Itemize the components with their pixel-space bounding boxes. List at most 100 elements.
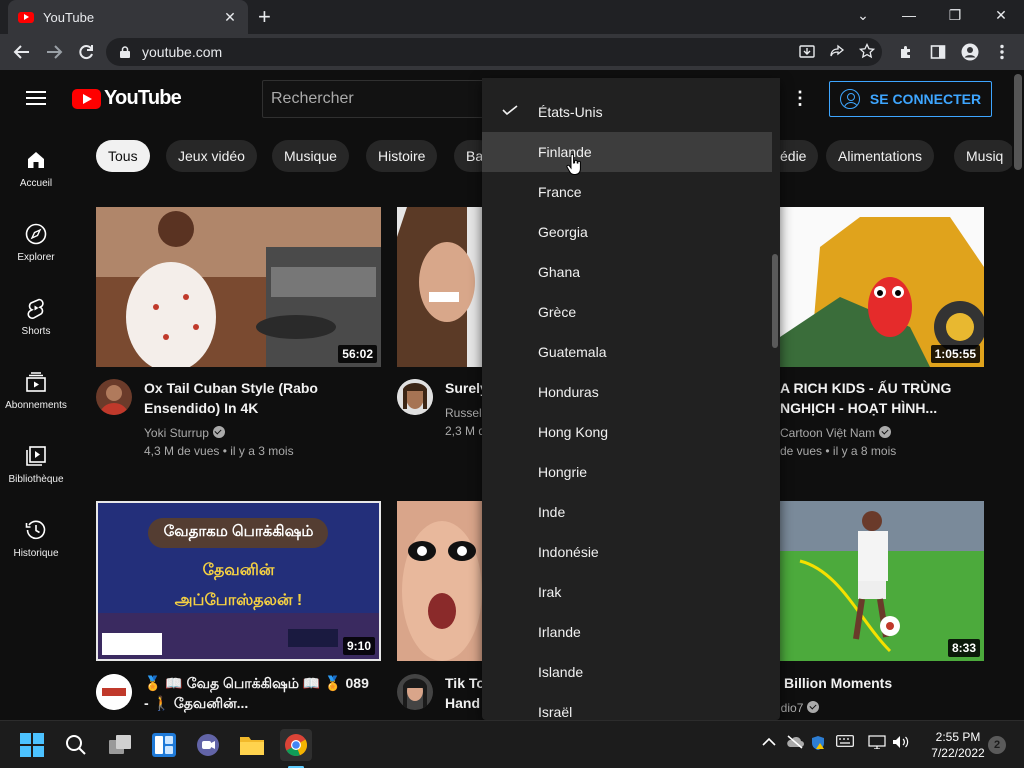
video-thumbnail[interactable] xyxy=(397,207,487,367)
hand-cursor-icon xyxy=(566,154,581,175)
location-option[interactable]: Irlande xyxy=(482,612,772,652)
settings-more-icon[interactable]: ⋮ xyxy=(790,88,810,109)
security-tray-icon[interactable] xyxy=(810,735,826,754)
location-option[interactable]: Israël xyxy=(482,692,772,720)
address-bar[interactable]: youtube.com xyxy=(106,38,882,66)
keyboard-tray-icon[interactable] xyxy=(836,735,854,750)
location-option[interactable]: Indonésie xyxy=(482,532,772,572)
onedrive-tray-icon[interactable] xyxy=(786,735,804,752)
sign-in-button[interactable]: SE CONNECTER xyxy=(829,81,992,117)
sidebar-item-history[interactable]: Historique xyxy=(0,496,72,570)
forward-button[interactable] xyxy=(42,40,66,64)
restore-button[interactable]: ❐ xyxy=(932,0,978,30)
channel-avatar[interactable] xyxy=(96,379,132,415)
chip-history[interactable]: Histoire xyxy=(366,140,438,172)
video-title[interactable]: Billion Moments xyxy=(784,673,984,693)
widgets-button[interactable] xyxy=(148,729,180,761)
video-title[interactable]: Surely xyxy=(445,378,485,398)
channel-name[interactable]: Yoki Sturrup xyxy=(144,424,225,442)
taskbar-search-button[interactable] xyxy=(60,729,92,761)
close-window-button[interactable]: ✕ xyxy=(978,0,1024,30)
profile-button[interactable] xyxy=(958,40,982,64)
chip-partial-music[interactable]: Musiq xyxy=(954,140,1012,172)
video-thumbnail[interactable]: 56:02 xyxy=(96,207,381,367)
hamburger-menu-icon[interactable] xyxy=(26,91,46,105)
browser-tab-youtube[interactable]: YouTube ✕ xyxy=(8,0,248,34)
tab-close-icon[interactable]: ✕ xyxy=(222,9,238,26)
location-option[interactable]: Inde xyxy=(482,492,772,532)
channel-avatar[interactable] xyxy=(397,674,433,710)
video-title[interactable]: Ox Tail Cuban Style (Rabo Ensendido) In … xyxy=(144,378,374,418)
youtube-logo[interactable]: YouTube xyxy=(72,87,182,110)
channel-name[interactable]: Cartoon Việt Nam xyxy=(780,424,892,442)
location-option[interactable]: Guatemala xyxy=(482,332,772,372)
location-option[interactable]: France xyxy=(482,172,772,212)
video-title[interactable]: 🏅 📖 வேத பொக்கிஷம் 📖 🏅 089 - 🚶 தேவனின்... xyxy=(144,673,374,713)
video-thumbnail[interactable]: 8:33 xyxy=(780,501,984,661)
location-option[interactable]: Hongrie xyxy=(482,452,772,492)
start-button[interactable] xyxy=(16,729,48,761)
video-thumbnail[interactable]: வேதாகம பொக்கிஷம் தேவனின் அப்போஸ்தலன் ! 9… xyxy=(96,501,381,661)
channel-name-text: Cartoon Việt Nam xyxy=(780,426,876,440)
browser-menu-button[interactable] xyxy=(990,40,1014,64)
volume-tray-icon[interactable] xyxy=(892,735,910,752)
sidebar-item-shorts[interactable]: Shorts xyxy=(0,274,72,348)
notification-badge[interactable]: 2 xyxy=(988,736,1006,754)
teams-chat-button[interactable] xyxy=(192,729,224,761)
video-thumbnail[interactable]: 1:05:55 xyxy=(780,207,984,367)
location-option[interactable]: Georgia xyxy=(482,212,772,252)
sidebar-item-subscriptions[interactable]: Abonnements xyxy=(0,348,72,422)
video-title[interactable]: Tik To Hand xyxy=(445,673,485,713)
video-thumbnail[interactable] xyxy=(397,501,487,661)
page-scrollbar-thumb[interactable] xyxy=(1014,74,1022,170)
location-option[interactable]: Estonie xyxy=(482,78,772,92)
location-option[interactable]: Honduras xyxy=(482,372,772,412)
sidebar-item-explore[interactable]: Explorer xyxy=(0,200,72,274)
location-option[interactable]: Grèce xyxy=(482,292,772,332)
task-view-button[interactable] xyxy=(104,729,136,761)
install-app-icon[interactable] xyxy=(792,43,822,62)
extensions-button[interactable] xyxy=(894,40,918,64)
share-icon[interactable] xyxy=(822,43,852,62)
tab-search-button[interactable]: ⌄ xyxy=(840,0,886,30)
thumbnail-image xyxy=(780,501,984,661)
location-option[interactable]: Hong Kong xyxy=(482,412,772,452)
channel-name[interactable]: udio7 xyxy=(774,699,820,717)
dropdown-scrollbar-thumb[interactable] xyxy=(772,254,778,348)
mini-guide: Accueil Explorer Shorts Abonnements Bibl… xyxy=(0,126,72,720)
chip-music[interactable]: Musique xyxy=(272,140,349,172)
side-panel-button[interactable] xyxy=(926,40,950,64)
channel-name[interactable]: Russel xyxy=(445,404,482,422)
chip-all[interactable]: Tous xyxy=(96,140,150,172)
channel-avatar[interactable] xyxy=(96,674,132,710)
back-button[interactable] xyxy=(10,40,34,64)
video-title[interactable]: A RICH KIDS - ẤU TRÙNG NGHỊCH - HOẠT HÌN… xyxy=(780,378,980,418)
page-scrollbar[interactable] xyxy=(1012,70,1024,720)
show-hidden-icons-button[interactable] xyxy=(762,735,776,750)
minimize-button[interactable]: — xyxy=(886,0,932,30)
verified-check-icon xyxy=(212,426,225,438)
thumbnail-image xyxy=(780,207,984,367)
sign-in-label: SE CONNECTER xyxy=(869,91,982,107)
location-option-hovered[interactable]: Finlande xyxy=(482,132,772,172)
chrome-taskbar-button[interactable] xyxy=(280,729,312,761)
file-explorer-button[interactable] xyxy=(236,729,268,761)
new-tab-button[interactable]: + xyxy=(258,5,271,29)
search-input[interactable]: Rechercher xyxy=(262,80,502,118)
channel-avatar[interactable] xyxy=(397,379,433,415)
bookmark-star-icon[interactable] xyxy=(852,42,882,62)
network-tray-icon[interactable] xyxy=(868,735,886,752)
sidebar-item-home[interactable]: Accueil xyxy=(0,126,72,200)
location-option[interactable]: Islande xyxy=(482,652,772,692)
sidebar-item-library[interactable]: Bibliothèque xyxy=(0,422,72,496)
reload-button[interactable] xyxy=(74,40,98,64)
account-icon xyxy=(839,89,860,109)
verified-check-icon xyxy=(879,426,892,438)
location-option-selected[interactable]: États-Unis xyxy=(482,92,772,132)
taskbar-clock[interactable]: 2:55 PM 7/22/2022 xyxy=(918,729,998,761)
chip-food[interactable]: Alimentations xyxy=(826,140,935,172)
location-option[interactable]: Ghana xyxy=(482,252,772,292)
youtube-play-icon xyxy=(72,88,101,109)
chip-video-games[interactable]: Jeux vidéo xyxy=(166,140,257,172)
location-option[interactable]: Irak xyxy=(482,572,772,612)
